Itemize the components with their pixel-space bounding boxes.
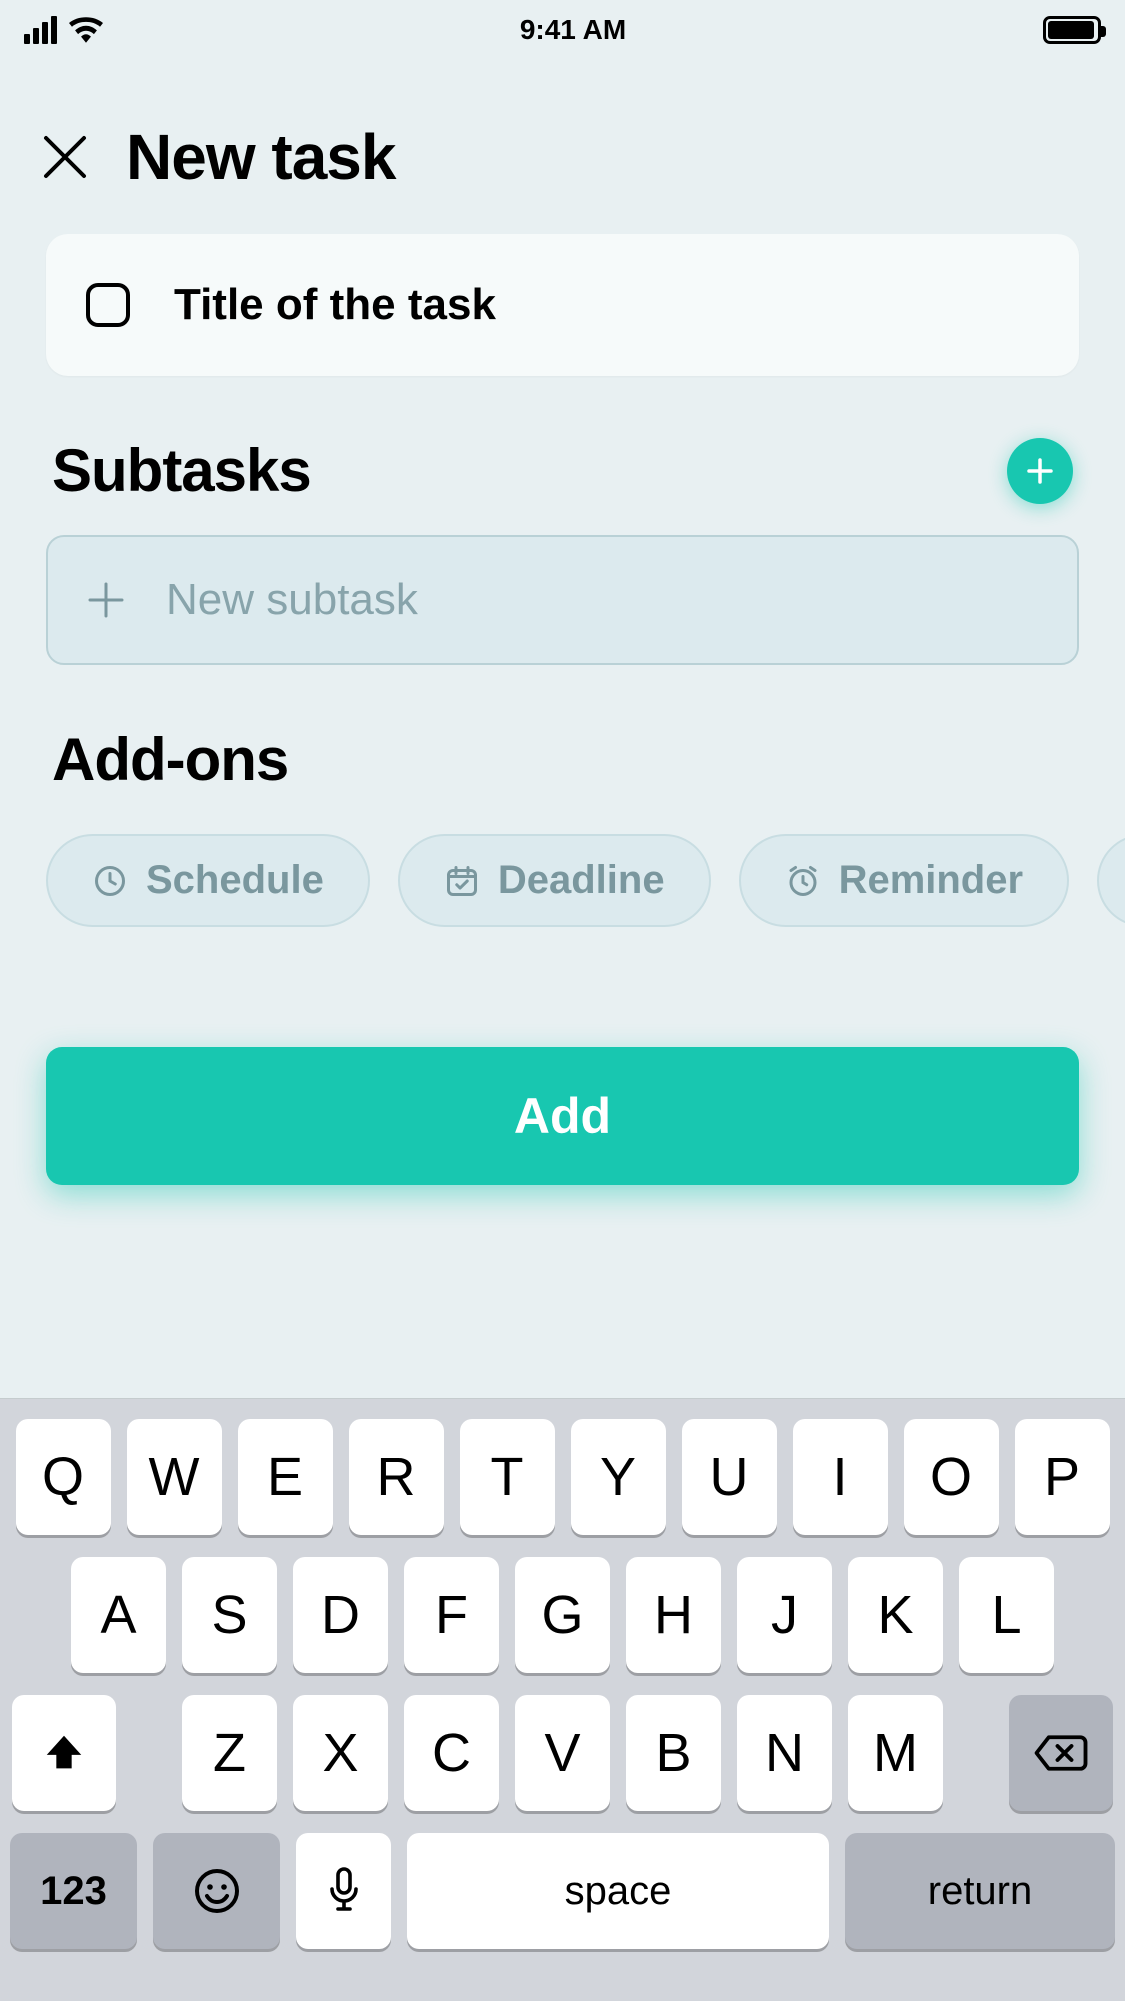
key-b[interactable]: B: [626, 1695, 721, 1811]
addon-chip-schedule[interactable]: Schedule: [46, 834, 370, 927]
key-d[interactable]: D: [293, 1557, 388, 1673]
addon-chip-reminder[interactable]: Reminder: [739, 834, 1070, 927]
shift-key[interactable]: [12, 1695, 116, 1811]
key-q[interactable]: Q: [16, 1419, 111, 1535]
close-button[interactable]: [40, 132, 90, 182]
dictation-key[interactable]: [296, 1833, 391, 1949]
subtask-input[interactable]: [166, 575, 1037, 625]
key-n[interactable]: N: [737, 1695, 832, 1811]
task-title-input[interactable]: [174, 280, 1039, 330]
calendar-check-icon: [444, 863, 480, 899]
add-subtask-button[interactable]: [1007, 438, 1073, 504]
key-i[interactable]: I: [793, 1419, 888, 1535]
key-c[interactable]: C: [404, 1695, 499, 1811]
addon-chip-label: Schedule: [146, 858, 324, 903]
key-k[interactable]: K: [848, 1557, 943, 1673]
mic-icon: [327, 1867, 361, 1915]
backspace-key[interactable]: [1009, 1695, 1113, 1811]
key-v[interactable]: V: [515, 1695, 610, 1811]
subtasks-header: Subtasks: [0, 436, 1125, 505]
page-header: New task: [0, 60, 1125, 234]
addon-chip-label: Deadline: [498, 858, 665, 903]
alarm-icon: [785, 863, 821, 899]
key-m[interactable]: M: [848, 1695, 943, 1811]
task-title-card: [46, 234, 1079, 376]
key-s[interactable]: S: [182, 1557, 277, 1673]
key-z[interactable]: Z: [182, 1695, 277, 1811]
kb-row-3: ZXCVBNM: [10, 1695, 1115, 1811]
plus-thin-icon: [88, 582, 124, 618]
status-bar: 9:41 AM: [0, 0, 1125, 60]
page-title: New task: [126, 120, 395, 194]
task-checkbox[interactable]: [86, 283, 130, 327]
key-e[interactable]: E: [238, 1419, 333, 1535]
battery-icon: [1043, 16, 1101, 44]
addon-chip-label: Reminder: [839, 858, 1024, 903]
status-time: 9:41 AM: [103, 14, 1043, 46]
backspace-icon: [1033, 1732, 1089, 1774]
key-r[interactable]: R: [349, 1419, 444, 1535]
new-subtask-field[interactable]: [46, 535, 1079, 665]
key-a[interactable]: A: [71, 1557, 166, 1673]
key-p[interactable]: P: [1015, 1419, 1110, 1535]
return-key[interactable]: return: [845, 1833, 1115, 1949]
kb-row-1: QWERTYUIOP: [10, 1419, 1115, 1535]
numbers-key[interactable]: 123: [10, 1833, 137, 1949]
kb-row-2: ASDFGHJKL: [10, 1557, 1115, 1673]
key-j[interactable]: J: [737, 1557, 832, 1673]
status-left: [24, 16, 103, 44]
addons-header: Add-ons: [0, 725, 1125, 794]
add-task-button[interactable]: Add: [46, 1047, 1079, 1185]
key-y[interactable]: Y: [571, 1419, 666, 1535]
ios-keyboard: QWERTYUIOP ASDFGHJKL ZXCVBNM 123 space r…: [0, 1399, 1125, 2001]
key-f[interactable]: F: [404, 1557, 499, 1673]
key-x[interactable]: X: [293, 1695, 388, 1811]
key-g[interactable]: G: [515, 1557, 610, 1673]
emoji-key[interactable]: [153, 1833, 280, 1949]
addon-chip-more[interactable]: [1097, 834, 1125, 927]
cellular-signal-icon: [24, 16, 57, 44]
subtasks-title: Subtasks: [52, 436, 311, 505]
key-l[interactable]: L: [959, 1557, 1054, 1673]
key-t[interactable]: T: [460, 1419, 555, 1535]
wifi-icon: [69, 17, 103, 43]
shift-icon: [41, 1730, 87, 1776]
addons-chip-row: Schedule Deadline Reminder: [0, 834, 1125, 927]
addons-title: Add-ons: [52, 725, 288, 794]
key-u[interactable]: U: [682, 1419, 777, 1535]
plus-icon: [1025, 456, 1055, 486]
key-w[interactable]: W: [127, 1419, 222, 1535]
emoji-icon: [193, 1867, 241, 1915]
key-h[interactable]: H: [626, 1557, 721, 1673]
space-key[interactable]: space: [407, 1833, 829, 1949]
key-o[interactable]: O: [904, 1419, 999, 1535]
addon-chip-deadline[interactable]: Deadline: [398, 834, 711, 927]
close-icon: [40, 132, 90, 182]
kb-row-4: 123 space return: [10, 1833, 1115, 1949]
clock-icon: [92, 863, 128, 899]
status-right: [1043, 16, 1101, 44]
